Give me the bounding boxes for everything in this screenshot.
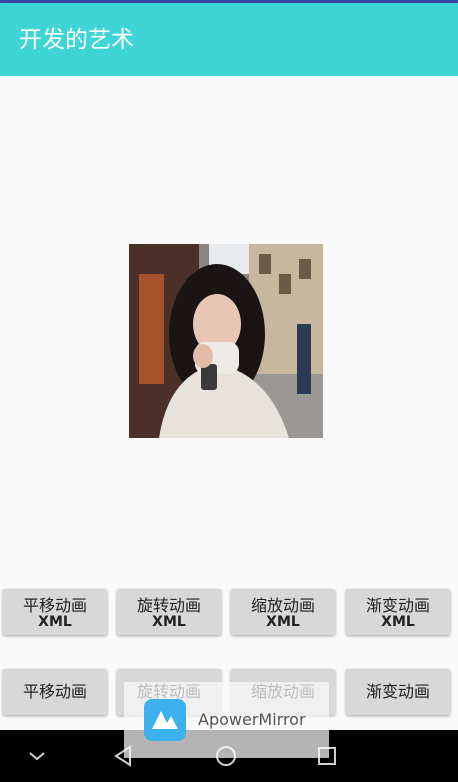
app-toolbar: 开发的艺术	[0, 3, 458, 76]
button-sublabel: XML	[266, 614, 300, 630]
button-label: 渐变动画	[365, 596, 430, 615]
button-label: 平移动画	[22, 596, 87, 615]
apowermirror-logo-icon	[144, 699, 186, 741]
portrait-photo	[129, 244, 323, 438]
alpha-button[interactable]: 渐变动画	[346, 669, 450, 715]
rotate-xml-button[interactable]: 旋转动画 XML	[117, 589, 221, 635]
translate-button[interactable]: 平移动画	[3, 669, 107, 715]
overlay-label: ApowerMirror	[198, 710, 306, 729]
chevron-down-icon[interactable]	[24, 743, 50, 769]
app-title: 开发的艺术	[19, 27, 134, 53]
button-sublabel: XML	[38, 614, 72, 630]
scale-xml-button[interactable]: 缩放动画 XML	[231, 589, 335, 635]
translate-xml-button[interactable]: 平移动画 XML	[3, 589, 107, 635]
button-sublabel: XML	[381, 614, 415, 630]
button-sublabel: XML	[152, 614, 186, 630]
apowermirror-overlay: ApowerMirror	[124, 682, 329, 758]
button-label: 缩放动画	[250, 596, 315, 615]
alpha-xml-button[interactable]: 渐变动画 XML	[346, 589, 450, 635]
button-label: 旋转动画	[136, 596, 201, 615]
